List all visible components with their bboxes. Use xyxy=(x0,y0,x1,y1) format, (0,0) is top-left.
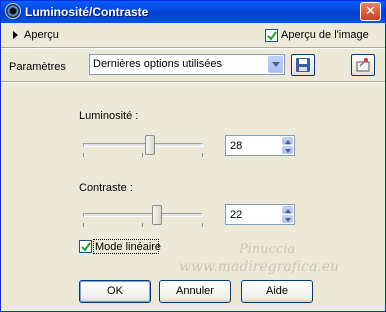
expand-arrow-icon xyxy=(13,31,18,40)
brightness-spinbox[interactable]: 28 xyxy=(225,135,295,156)
params-label: Paramètres xyxy=(9,61,66,73)
slider-tick xyxy=(142,153,143,157)
contrast-increment-button[interactable] xyxy=(282,206,293,214)
slider-tick xyxy=(83,223,84,227)
separator xyxy=(1,47,385,49)
cancel-button[interactable]: Annuler xyxy=(159,280,231,303)
app-icon xyxy=(5,3,21,19)
reset-icon xyxy=(356,58,370,72)
help-button[interactable]: Aide xyxy=(241,280,313,303)
brightness-value[interactable]: 28 xyxy=(230,140,242,152)
floppy-disk-icon xyxy=(296,58,310,72)
presets-dropdown[interactable]: Dernières options utilisées xyxy=(89,54,285,75)
ok-button[interactable]: OK xyxy=(79,280,151,303)
brightness-slider-track[interactable] xyxy=(83,143,203,147)
contrast-value[interactable]: 22 xyxy=(230,209,242,221)
linear-mode-checkbox[interactable] xyxy=(79,240,92,253)
title-bar[interactable]: Luminosité/Contraste ✕ xyxy=(1,1,385,23)
reset-preset-button[interactable] xyxy=(351,54,375,76)
chevron-down-icon xyxy=(272,62,280,67)
brightness-contrast-dialog: Luminosité/Contraste ✕ Aperçu Aperçu de … xyxy=(0,0,386,312)
arrow-down-icon xyxy=(285,218,291,222)
contrast-slider-track[interactable] xyxy=(83,213,203,217)
arrow-up-icon xyxy=(285,209,291,213)
slider-tick xyxy=(202,223,203,227)
brightness-label: Luminosité : xyxy=(79,110,139,122)
preview-toggle[interactable]: Aperçu xyxy=(13,29,59,43)
image-preview-label: Aperçu de l'image xyxy=(281,29,369,41)
brightness-decrement-button[interactable] xyxy=(282,146,293,154)
contrast-slider-thumb[interactable] xyxy=(152,205,162,225)
contrast-spinbox[interactable]: 22 xyxy=(225,204,295,225)
watermark-url: www.madiregrafica.eu xyxy=(179,259,340,275)
brightness-slider-thumb[interactable] xyxy=(145,135,155,155)
checkmark-icon xyxy=(267,31,277,41)
contrast-decrement-button[interactable] xyxy=(282,215,293,223)
preview-toggle-label: Aperçu xyxy=(24,29,59,41)
contrast-label: Contraste : xyxy=(79,182,133,194)
arrow-down-icon xyxy=(285,149,291,153)
dropdown-arrow-button[interactable] xyxy=(268,56,283,73)
linear-mode-label: Mode linéaire xyxy=(95,241,162,253)
watermark-signature: Pinuccia xyxy=(239,242,296,257)
save-preset-button[interactable] xyxy=(291,54,315,76)
slider-tick xyxy=(142,223,143,227)
brightness-increment-button[interactable] xyxy=(282,137,293,145)
close-button[interactable]: ✕ xyxy=(360,2,381,21)
separator xyxy=(1,81,385,83)
image-preview-checkbox[interactable] xyxy=(265,29,278,42)
slider-tick xyxy=(83,153,84,157)
presets-dropdown-value: Dernières options utilisées xyxy=(93,58,223,70)
checkmark-icon xyxy=(81,242,91,252)
slider-tick xyxy=(202,153,203,157)
window-title: Luminosité/Contraste xyxy=(25,5,149,19)
arrow-up-icon xyxy=(285,140,291,144)
